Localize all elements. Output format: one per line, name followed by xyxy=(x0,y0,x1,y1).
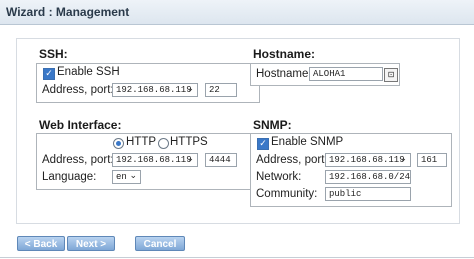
hostname-input[interactable]: ALOHA1 xyxy=(309,67,383,81)
community-input[interactable]: public xyxy=(325,187,411,201)
wizard-content: SSH: ✓ Enable SSH Address, port: 192.168… xyxy=(16,38,460,224)
ssh-heading: SSH: xyxy=(39,47,68,61)
snmp-panel: ✓ Enable SNMP Address, port: 192.168.68.… xyxy=(250,133,452,207)
web-heading: Web Interface: xyxy=(39,118,122,132)
radio-https-label: HTTPS xyxy=(170,136,208,148)
language-value: en xyxy=(116,172,127,182)
hostname-panel: Hostname: ALOHA1 ⊡ xyxy=(250,63,400,86)
ssh-port-input[interactable]: 22 xyxy=(205,83,237,97)
hostname-label: Hostname: xyxy=(256,68,312,80)
cancel-button[interactable]: Cancel xyxy=(135,236,185,251)
network-label: Network: xyxy=(256,171,302,183)
web-address-label: Address, port: xyxy=(42,154,114,166)
chevron-down-icon: ⌄ xyxy=(129,171,137,181)
snmp-address-value: 192.168.68.119 xyxy=(329,155,405,165)
bottom-divider xyxy=(0,257,474,258)
check-icon: ✓ xyxy=(259,139,267,149)
ssh-address-label: Address, port: xyxy=(42,84,114,96)
radio-http-label: HTTP xyxy=(126,136,157,148)
copy-icon[interactable]: ⊡ xyxy=(384,68,398,82)
check-icon: ✓ xyxy=(45,69,53,79)
chevron-down-icon: ⌄ xyxy=(186,154,194,164)
snmp-enable-label: Enable SNMP xyxy=(271,136,344,148)
chevron-down-icon: ⌄ xyxy=(186,84,194,94)
ssh-address-select[interactable]: 192.168.68.119 ⌄ xyxy=(112,83,198,97)
snmp-address-label: Address, port: xyxy=(256,154,328,166)
language-label: Language: xyxy=(42,171,97,183)
network-input[interactable]: 192.168.68.0/24 xyxy=(325,170,411,184)
next-button[interactable]: Next > xyxy=(67,236,115,251)
snmp-port-input[interactable]: 161 xyxy=(417,153,447,167)
ssh-enable-label: Enable SSH xyxy=(57,66,120,78)
web-address-value: 192.168.68.119 xyxy=(116,155,192,165)
snmp-heading: SNMP: xyxy=(253,118,292,132)
snmp-address-select[interactable]: 192.168.68.119 ⌄ xyxy=(325,153,411,167)
hostname-heading: Hostname: xyxy=(253,47,316,61)
community-label: Community: xyxy=(256,188,318,200)
snmp-enable-checkbox[interactable]: ✓ xyxy=(257,138,269,150)
radio-http[interactable] xyxy=(113,138,124,149)
back-button[interactable]: < Back xyxy=(17,236,65,251)
window-title-bar: Wizard : Management xyxy=(0,0,474,25)
language-select[interactable]: en ⌄ xyxy=(112,170,141,184)
web-panel: HTTP HTTPS Address, port: 192.168.68.119… xyxy=(36,133,260,190)
ssh-panel: ✓ Enable SSH Address, port: 192.168.68.1… xyxy=(36,63,260,103)
ssh-address-value: 192.168.68.119 xyxy=(116,85,192,95)
window-title: Wizard : Management xyxy=(6,5,130,19)
ssh-enable-checkbox[interactable]: ✓ xyxy=(43,68,55,80)
web-port-input[interactable]: 4444 xyxy=(205,153,237,167)
web-address-select[interactable]: 192.168.68.119 ⌄ xyxy=(112,153,198,167)
radio-https[interactable] xyxy=(158,138,169,149)
chevron-down-icon: ⌄ xyxy=(399,154,407,164)
